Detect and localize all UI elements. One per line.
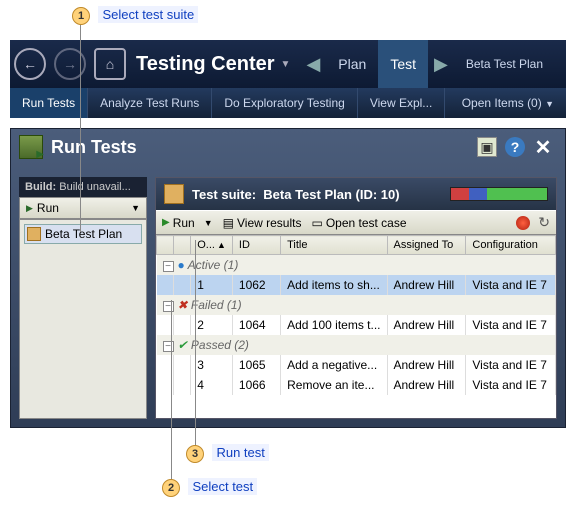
run-dropdown[interactable]: ▶ Run ▼ [19, 197, 147, 219]
table-row[interactable]: 11062Add items to sh...Andrew HillVista … [157, 275, 556, 295]
callout-2-line [171, 300, 172, 482]
close-button[interactable]: ✕ [548, 20, 558, 34]
test-grid: O...▲ ID Title Assigned To Configuration… [156, 235, 556, 418]
tab-plan[interactable]: Plan [326, 40, 378, 88]
suite-header: Test suite: Beta Test Plan (ID: 10) [156, 178, 556, 210]
panel-title: Run Tests [51, 137, 473, 158]
table-row[interactable]: 21064Add 100 items t...Andrew HillVista … [157, 315, 556, 335]
folder-icon [27, 227, 41, 241]
forward-button[interactable]: → [54, 48, 86, 80]
callout-3: 3 Run test [186, 444, 269, 463]
table-row[interactable]: 31065Add a negative...Andrew HillVista a… [157, 355, 556, 375]
title-dropdown-icon[interactable]: ▼ [281, 59, 291, 70]
right-pane: Test suite: Beta Test Plan (ID: 10) ▶ Ru… [155, 177, 557, 419]
test-suite-tree: Beta Test Plan [19, 219, 147, 419]
subnav-run-tests[interactable]: Run Tests [10, 88, 88, 118]
home-button[interactable]: ⌂ [94, 48, 126, 80]
panel-header: Run Tests ▣ ? ✕ [11, 129, 565, 165]
open-items[interactable]: Open Items (0) ▼ [450, 96, 566, 110]
subnav-exploratory[interactable]: Do Exploratory Testing [212, 88, 358, 118]
callout-3-line [195, 240, 196, 448]
new-button[interactable]: ▣ [477, 137, 497, 157]
col-id[interactable]: ID [232, 236, 280, 255]
app-title: Testing Center [136, 53, 275, 76]
top-bar: — ▢ ✕ ← → ⌂ Testing Center ▼ ◀ Plan Test… [10, 40, 566, 88]
col-assigned[interactable]: Assigned To [387, 236, 466, 255]
window-controls: — ▢ ✕ [513, 20, 558, 34]
back-button[interactable]: ← [14, 48, 46, 80]
minimize-button[interactable]: — [513, 20, 525, 34]
maximize-button[interactable]: ▢ [531, 20, 542, 34]
callout-2: 2 Select test [162, 478, 257, 497]
table-row[interactable]: 41066Remove an ite...Andrew HillVista an… [157, 375, 556, 395]
play-icon: ▶ [162, 217, 170, 228]
group-passed[interactable]: −✔ Passed (2) [157, 335, 556, 355]
callout-1: 1 Select test suite [72, 6, 198, 25]
main-panel: Run Tests ▣ ? ✕ Build: Build unavail... … [10, 128, 566, 428]
document-icon: ▭ [311, 216, 322, 230]
col-title[interactable]: Title [281, 236, 387, 255]
toolbar-open-test-case-button[interactable]: ▭ Open test case [311, 216, 406, 230]
panel-close-button[interactable]: ✕ [533, 137, 553, 157]
left-pane: Build: Build unavail... ▶ Run ▼ Beta Tes… [19, 177, 147, 419]
tab-test[interactable]: Test [378, 40, 428, 88]
run-tests-icon [19, 135, 43, 159]
refresh-icon[interactable]: ↻ [538, 214, 550, 231]
tab-beta-test-plan[interactable]: Beta Test Plan [454, 40, 555, 88]
col-config[interactable]: Configuration [466, 236, 556, 255]
tab-arrow-left-icon: ◀ [306, 54, 320, 75]
subnav-analyze[interactable]: Analyze Test Runs [88, 88, 212, 118]
progress-bars [450, 187, 548, 201]
grid-header-row: O...▲ ID Title Assigned To Configuration [157, 236, 556, 255]
toolbar-run-button[interactable]: ▶ Run ▼ [162, 216, 213, 230]
sub-nav: Run Tests Analyze Test Runs Do Explorato… [10, 88, 566, 118]
col-order[interactable]: O...▲ [191, 236, 233, 255]
results-icon: ▤ [223, 216, 234, 230]
play-icon: ▶ [26, 203, 33, 214]
help-button[interactable]: ? [505, 137, 525, 157]
tree-item-beta-test-plan[interactable]: Beta Test Plan [24, 224, 142, 244]
build-bar: Build: Build unavail... [19, 177, 147, 197]
callout-1-line [80, 24, 81, 232]
stop-icon[interactable] [516, 216, 530, 230]
group-active[interactable]: −● Active (1) [157, 255, 556, 276]
suite-icon [164, 184, 184, 204]
tab-arrow-right-icon: ▶ [434, 54, 448, 75]
group-failed[interactable]: −✖ Failed (1) [157, 295, 556, 315]
subnav-view[interactable]: View Expl... [358, 88, 445, 118]
grid-toolbar: ▶ Run ▼ ▤ View results ▭ Open test case … [156, 210, 556, 235]
toolbar-view-results-button[interactable]: ▤ View results [223, 216, 302, 230]
